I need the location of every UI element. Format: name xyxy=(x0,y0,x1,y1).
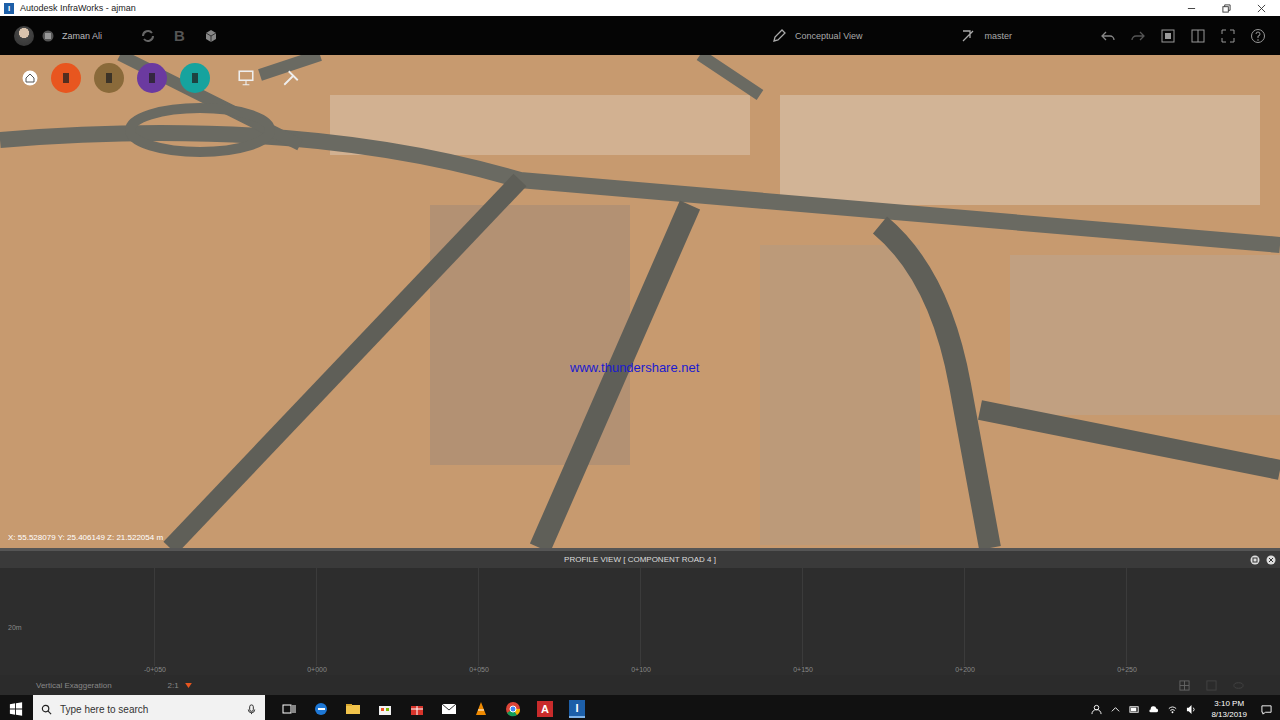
sidebar-icon[interactable] xyxy=(1190,28,1206,44)
file-explorer-icon[interactable] xyxy=(345,701,361,717)
aerial-scene xyxy=(0,55,1280,548)
tool-palette xyxy=(22,63,300,93)
tool-icon xyxy=(144,70,160,86)
profile-title: PROFILE VIEW [ COMPONENT ROAD 4 ] xyxy=(0,555,1280,564)
search-box[interactable]: Type here to search xyxy=(33,695,265,720)
presentation-icon[interactable] xyxy=(237,69,255,87)
eye-icon[interactable] xyxy=(1233,680,1244,691)
sync-icon[interactable] xyxy=(140,28,156,44)
help-icon[interactable] xyxy=(1250,28,1266,44)
restore-icon[interactable] xyxy=(1222,4,1231,13)
system-tray: 3:10 PM8/13/2019 xyxy=(1091,698,1280,720)
vlc-icon[interactable] xyxy=(473,701,489,717)
home-icon[interactable] xyxy=(22,70,38,86)
fullscreen-icon[interactable] xyxy=(1220,28,1236,44)
3d-viewport[interactable]: www.thundershare.net X: 55.528079 Y: 25.4… xyxy=(0,55,1280,548)
close-icon[interactable] xyxy=(1257,4,1266,13)
window-title: Autodesk InfraWorks - ajman xyxy=(20,3,136,13)
station-label: 0+100 xyxy=(629,666,653,673)
chrome-icon[interactable] xyxy=(505,701,521,717)
people-icon[interactable] xyxy=(1091,704,1102,715)
panel-icon[interactable] xyxy=(1160,28,1176,44)
exaggeration-label: Vertical Exaggeration xyxy=(36,681,112,690)
redo-icon[interactable] xyxy=(1130,28,1146,44)
wrench-icon[interactable] xyxy=(282,69,300,87)
watermark: www.thundershare.net xyxy=(570,360,699,375)
cloud-icon[interactable] xyxy=(1148,704,1159,715)
gift-icon[interactable] xyxy=(409,701,425,717)
notifications-icon[interactable] xyxy=(1261,704,1272,715)
view-mode[interactable]: Conceptual View xyxy=(795,31,862,41)
station-column: 0+050 xyxy=(398,568,560,675)
pencil-icon[interactable] xyxy=(771,28,787,44)
station-column: 0+100 xyxy=(560,568,722,675)
profile-footer: Vertical Exaggeration 2:1 xyxy=(0,675,1280,695)
station-label: 0+000 xyxy=(305,666,329,673)
autocad-app[interactable]: A xyxy=(537,701,553,717)
clock-date: 8/13/2019 xyxy=(1211,709,1247,720)
cube-icon[interactable] xyxy=(203,28,219,44)
grid-icon[interactable] xyxy=(1206,680,1217,691)
tool-button[interactable] xyxy=(137,63,167,93)
station-label: 0+250 xyxy=(1115,666,1139,673)
station-column: 0+000 xyxy=(236,568,398,675)
clock[interactable]: 3:10 PM8/13/2019 xyxy=(1211,698,1247,720)
profile-view-panel: PROFILE VIEW [ COMPONENT ROAD 4 ] 20m -0+0… xyxy=(0,548,1280,695)
mail-icon[interactable] xyxy=(441,701,457,717)
tool-icon xyxy=(187,70,203,86)
clock-time: 3:10 PM xyxy=(1214,698,1244,709)
store-icon[interactable] xyxy=(377,701,393,717)
microphone-icon[interactable] xyxy=(246,704,257,715)
menu-icon[interactable] xyxy=(42,30,54,42)
tool-icon xyxy=(101,70,117,86)
infraworks-screen: I Autodesk InfraWorks - ajman Zaman Ali B Co… xyxy=(0,0,1280,720)
user-name[interactable]: Zaman Ali xyxy=(62,31,102,41)
edge-icon[interactable] xyxy=(313,701,329,717)
network-icon[interactable] xyxy=(1167,704,1178,715)
user-avatar-icon[interactable] xyxy=(14,26,34,46)
tool-button[interactable] xyxy=(51,63,81,93)
battery-icon[interactable] xyxy=(1129,704,1140,715)
station-label: -0+050 xyxy=(142,666,168,673)
branch-icon[interactable] xyxy=(960,28,976,44)
app-icon: I xyxy=(4,3,14,14)
y-axis-label: 20m xyxy=(8,624,22,631)
station-label: 0+150 xyxy=(791,666,815,673)
station-label: 0+200 xyxy=(953,666,977,673)
dropdown-arrow-icon[interactable] xyxy=(185,683,192,688)
float-panel-icon[interactable] xyxy=(1250,555,1260,565)
station-column: 0+200 xyxy=(884,568,1046,675)
top-toolbar: Zaman Ali B Conceptual View master xyxy=(0,16,1280,55)
station-column: 0+150 xyxy=(722,568,884,675)
close-panel-icon[interactable] xyxy=(1266,555,1276,565)
zoom-extents-icon[interactable] xyxy=(1179,680,1190,691)
profile-header: PROFILE VIEW [ COMPONENT ROAD 4 ] xyxy=(0,551,1280,568)
infraworks-app[interactable]: I xyxy=(569,700,585,718)
b-icon[interactable]: B xyxy=(174,27,185,44)
taskbar: Type here to search AI 3:10 PM8/13/2019 xyxy=(0,695,1280,720)
search-icon xyxy=(41,704,52,715)
search-placeholder: Type here to search xyxy=(60,704,148,715)
start-icon[interactable] xyxy=(9,702,23,716)
tool-button[interactable] xyxy=(180,63,210,93)
volume-icon[interactable] xyxy=(1186,704,1197,715)
profile-chart[interactable]: 20m -0+050 0+000 0+050 0+100 0+150 0+200 0+250 xyxy=(0,568,1280,675)
station-column: 0+250 xyxy=(1046,568,1208,675)
tool-icon xyxy=(58,70,74,86)
station-column: -0+050 xyxy=(74,568,236,675)
exaggeration-dropdown[interactable]: 2:1 xyxy=(168,681,179,690)
undo-icon[interactable] xyxy=(1100,28,1116,44)
coordinates-readout: X: 55.528079 Y: 25.406149 Z: 21.522054 m xyxy=(8,533,163,542)
task-view-icon[interactable] xyxy=(281,701,297,717)
branch-name[interactable]: master xyxy=(984,31,1012,41)
minimize-icon[interactable] xyxy=(1187,4,1196,13)
station-label: 0+050 xyxy=(467,666,491,673)
chevron-up-icon[interactable] xyxy=(1110,704,1121,715)
tool-button[interactable] xyxy=(94,63,124,93)
title-bar: I Autodesk InfraWorks - ajman xyxy=(0,0,1280,16)
